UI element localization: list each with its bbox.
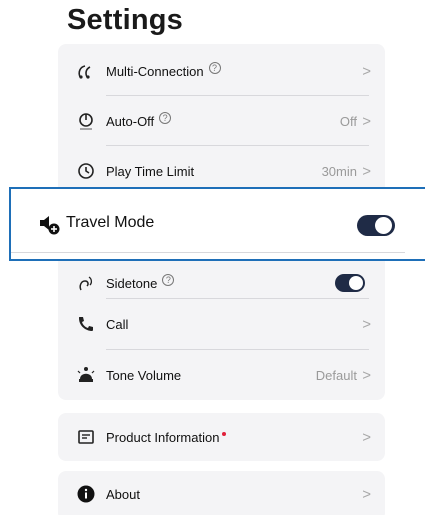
- page-title: Settings: [67, 4, 183, 36]
- auto-off-label: Auto-Off: [106, 113, 155, 129]
- tone-volume-icon: [75, 364, 97, 386]
- multi-connection-icon: [75, 60, 97, 82]
- product-information-card: Product Information >: [58, 413, 385, 461]
- help-icon[interactable]: ?: [159, 112, 172, 124]
- call-label: Call: [106, 316, 129, 332]
- settings-row-about[interactable]: About >: [58, 471, 385, 515]
- about-card: About >: [58, 471, 385, 515]
- product-information-label: Product Information: [106, 429, 220, 445]
- chevron-right-icon: >: [362, 112, 371, 130]
- settings-row-auto-off[interactable]: Auto-Off? Off >: [58, 96, 385, 146]
- sidetone-icon: [75, 272, 97, 294]
- chevron-right-icon: >: [362, 428, 371, 446]
- speaker-plus-icon: [38, 213, 62, 237]
- settings-row-product-information[interactable]: Product Information >: [58, 413, 385, 461]
- notification-dot: [222, 431, 227, 436]
- tone-volume-value: Default: [315, 367, 357, 383]
- help-icon[interactable]: ?: [162, 274, 175, 286]
- product-info-icon: [75, 426, 97, 448]
- sidetone-toggle[interactable]: [335, 274, 365, 292]
- settings-row-call[interactable]: Call >: [58, 299, 385, 349]
- settings-row-multi-connection[interactable]: Multi-Connection? >: [58, 46, 385, 96]
- play-time-limit-label: Play Time Limit: [106, 163, 195, 179]
- travel-mode-label: Travel Mode: [66, 214, 155, 231]
- tone-volume-label: Tone Volume: [106, 367, 182, 383]
- auto-off-value: Off: [339, 113, 357, 129]
- play-time-limit-value: 30min: [321, 163, 357, 179]
- chevron-right-icon: >: [362, 315, 371, 333]
- chevron-right-icon: >: [362, 162, 371, 180]
- settings-row-travel-mode[interactable]: Travel Mode: [9, 187, 425, 261]
- help-icon[interactable]: ?: [208, 62, 221, 74]
- info-icon: [75, 483, 97, 505]
- chevron-right-icon: >: [362, 366, 371, 384]
- timer-icon: [75, 160, 97, 182]
- divider: [11, 252, 405, 253]
- chevron-right-icon: >: [362, 485, 371, 503]
- phone-icon: [75, 313, 97, 335]
- travel-mode-toggle[interactable]: [357, 215, 395, 236]
- about-label: About: [106, 486, 140, 502]
- sidetone-label: Sidetone: [106, 275, 158, 291]
- multi-connection-label: Multi-Connection: [106, 63, 204, 79]
- chevron-right-icon: >: [362, 62, 371, 80]
- settings-row-tone-volume[interactable]: Tone Volume Default >: [58, 350, 385, 400]
- auto-off-icon: [75, 110, 97, 132]
